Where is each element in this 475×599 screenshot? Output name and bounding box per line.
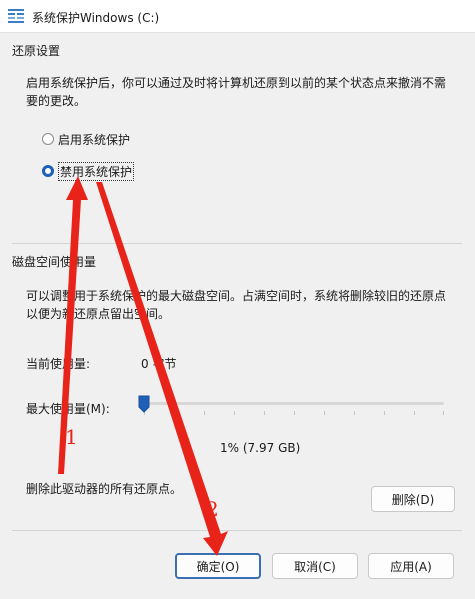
max-usage-label: 最大使用量(M): (26, 402, 110, 416)
radio-disable-protection[interactable]: 禁用系统保护 (42, 161, 135, 181)
window-title: 系统保护Windows (C:) (32, 11, 160, 25)
slider-tick (174, 411, 175, 415)
slider-tick (264, 411, 265, 415)
current-usage-label: 当前使用量: (26, 357, 91, 371)
disk-description-line1: 可以调整用于系统保护的最大磁盘空间。占满空间时，系统将删除较旧的还原点 (26, 289, 447, 303)
disk-description-line2: 以便为新还原点留出空间。 (26, 307, 171, 321)
restore-settings-title: 还原设置 (12, 44, 61, 58)
slider-tick (354, 411, 355, 415)
radio-enable-indicator[interactable] (42, 133, 54, 145)
max-usage-slider-track[interactable] (144, 402, 444, 405)
max-usage-value: 1% (7.97 GB) (220, 441, 301, 455)
slider-tick (294, 411, 295, 415)
delete-restore-points-text: 删除此驱动器的所有还原点。 (26, 482, 183, 496)
max-usage-slider-thumb[interactable] (138, 395, 150, 413)
cancel-button[interactable]: 取消(C) (272, 553, 358, 579)
section-divider (12, 243, 462, 244)
radio-disable-label: 禁用系统保护 (58, 161, 135, 181)
footer-divider (12, 530, 462, 531)
slider-tick (204, 411, 205, 415)
delete-button[interactable]: 删除(D) (371, 486, 455, 512)
radio-disable-indicator[interactable] (42, 165, 54, 177)
annotation-step-1: 1 (65, 425, 78, 449)
slider-tick (443, 411, 444, 415)
apply-button[interactable]: 应用(A) (368, 553, 454, 579)
slider-tick (234, 411, 235, 415)
ok-button[interactable]: 确定(O) (175, 553, 261, 579)
current-usage-value: 0 字节 (141, 357, 177, 371)
annotation-step-2: 2 (206, 497, 219, 521)
slider-tick (414, 411, 415, 415)
radio-enable-protection[interactable]: 启用系统保护 (42, 130, 130, 148)
slider-tick (384, 411, 385, 415)
title-bar: 系统保护Windows (C:) (0, 0, 475, 33)
disk-usage-title: 磁盘空间使用量 (12, 255, 97, 269)
radio-enable-label: 启用系统保护 (58, 132, 131, 147)
slider-tick (324, 411, 325, 415)
restore-description-line1: 启用系统保护后，你可以通过及时将计算机还原到以前的某个状态点来撤消不需 (26, 76, 447, 90)
restore-description-line2: 要的更改。 (26, 94, 87, 108)
system-properties-icon (8, 9, 24, 23)
